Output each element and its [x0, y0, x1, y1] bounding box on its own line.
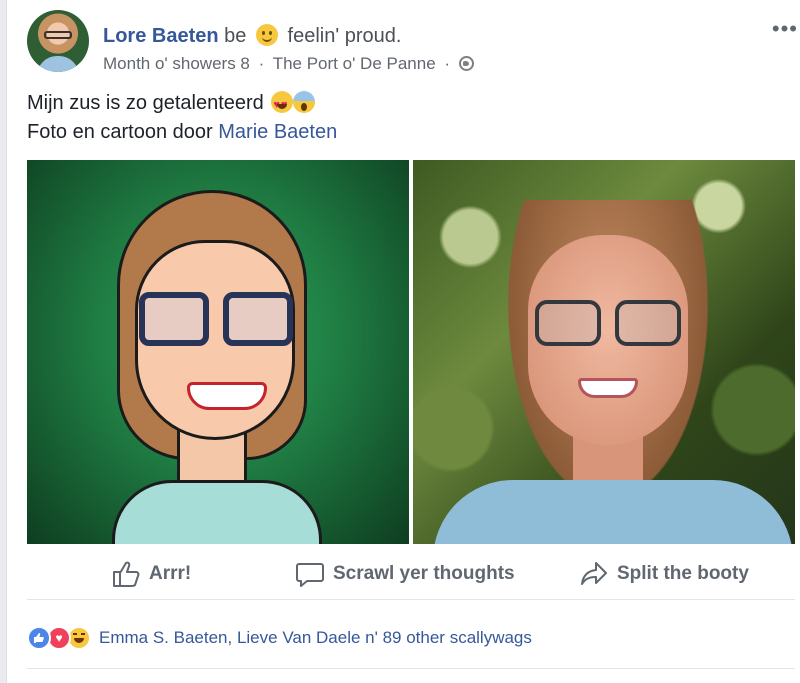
smiling-face-emoji-icon — [255, 24, 278, 46]
feeling-text: feelin' proud. — [287, 25, 402, 47]
cartoon-mouth — [187, 382, 267, 410]
like-button[interactable]: Arrr! — [111, 560, 191, 588]
post-title-line: Lore Baeten be feelin' proud. — [103, 24, 401, 48]
divider — [27, 668, 795, 669]
post-card: Lore Baeten be feelin' proud. Month o' s… — [6, 0, 800, 683]
globe-icon[interactable] — [458, 56, 474, 71]
cartoon-glasses-right — [223, 292, 293, 346]
post-text: Mijn zus is zo getalenteerd Foto en cart… — [27, 89, 337, 147]
photo-glasses-left — [535, 300, 601, 346]
photo-portrait-image[interactable] — [413, 160, 795, 544]
share-button[interactable]: Split the booty — [579, 560, 749, 588]
share-label: Split the booty — [617, 563, 749, 584]
feeling-verb: be — [224, 25, 247, 47]
like-reaction-icon — [27, 626, 51, 650]
avatar-shirt — [37, 56, 79, 72]
more-options-button[interactable]: ••• — [772, 16, 798, 42]
avatar-glasses — [44, 31, 72, 39]
reaction-names-link[interactable]: Emma S. Baeten, Lieve Van Daele n' 89 ot… — [99, 628, 532, 648]
comment-button[interactable]: Scrawl yer thoughts — [295, 560, 515, 588]
cartoon-glasses-left — [139, 292, 209, 346]
thumbs-up-icon — [113, 561, 140, 587]
cartoon-shirt — [112, 480, 322, 544]
reactions-summary[interactable]: ♥ Emma S. Baeten, Lieve Van Daele n' 89 … — [27, 622, 532, 654]
meta-separator: · — [258, 54, 265, 73]
speech-bubble-icon — [296, 563, 324, 587]
tagged-person-link[interactable]: Marie Baeten — [218, 121, 337, 143]
photo-grid — [27, 160, 795, 544]
post-text-line-1: Mijn zus is zo getalenteerd — [27, 89, 337, 120]
photo-shirt — [433, 480, 793, 544]
photo-mouth — [578, 378, 638, 398]
screaming-face-emoji-icon — [293, 91, 316, 113]
location-link[interactable]: The Port o' De Panne — [273, 54, 436, 73]
share-arrow-icon — [581, 562, 607, 585]
meta-separator: · — [444, 54, 451, 73]
author-name-link[interactable]: Lore Baeten — [103, 25, 219, 47]
heart-eyes-emoji-icon — [271, 91, 294, 120]
post-date-link[interactable]: Month o' showers 8 — [103, 54, 250, 73]
post-text-content: Mijn zus is zo getalenteerd — [27, 92, 264, 114]
like-label: Arrr! — [149, 563, 192, 584]
photo-glasses-right — [615, 300, 681, 346]
comment-label: Scrawl yer thoughts — [333, 563, 515, 584]
credit-text: Foto en cartoon door — [27, 121, 213, 143]
post-meta: Month o' showers 8 · The Port o' De Pann… — [103, 54, 474, 74]
cartoon-portrait-image[interactable] — [27, 160, 409, 544]
post-header: Lore Baeten be feelin' proud. Month o' s… — [27, 10, 800, 74]
post-actions-bar: Arrr! Scrawl yer thoughts Split the boot… — [27, 552, 795, 600]
author-avatar[interactable] — [27, 10, 89, 72]
post-text-line-2: Foto en cartoon door Marie Baeten — [27, 118, 337, 147]
